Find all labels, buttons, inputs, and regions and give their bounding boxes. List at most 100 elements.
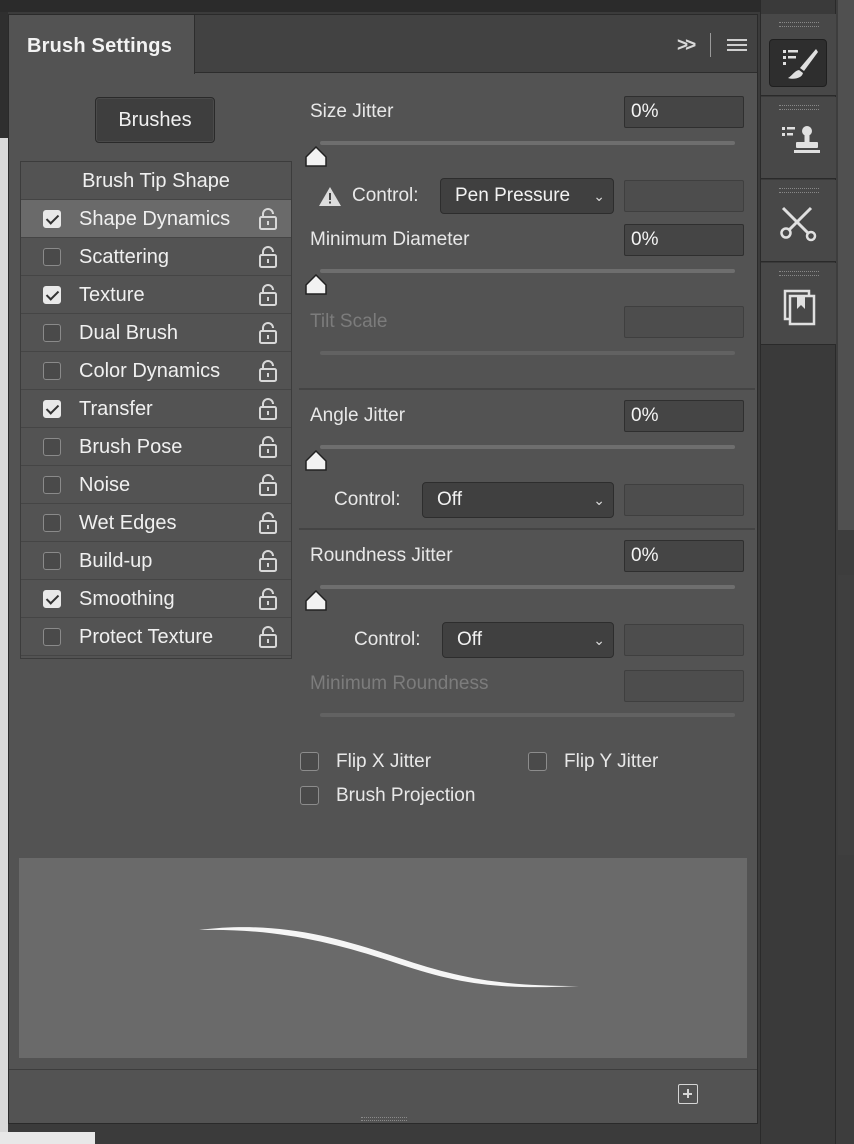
option-row[interactable]: Scattering [21,238,291,276]
option-checkbox[interactable] [43,590,61,608]
option-checkbox[interactable] [43,514,61,532]
option-checkbox[interactable] [43,248,61,266]
lock-icon[interactable] [258,512,278,534]
option-row[interactable]: Build-up [21,542,291,580]
option-checkbox[interactable] [43,552,61,570]
lock-icon[interactable] [258,474,278,496]
roundness-jitter-slider-thumb[interactable] [304,590,328,612]
dock-grip[interactable] [779,271,819,276]
option-row[interactable]: Color Dynamics [21,352,291,390]
option-checkbox[interactable] [43,210,61,228]
option-row[interactable]: Shape Dynamics [21,200,291,238]
option-row[interactable]: Wet Edges [21,504,291,542]
dock-group-2 [761,97,837,179]
brush-stroke-preview [19,858,747,1058]
option-row[interactable]: Noise [21,466,291,504]
option-checkbox[interactable] [43,476,61,494]
angle-jitter-input[interactable]: 0% [624,400,744,432]
option-label: Transfer [79,398,153,420]
control-2-label: Control: [334,489,401,510]
option-checkbox[interactable] [43,362,61,380]
panel-title: Brush Settings [27,35,173,57]
tab-brush-settings[interactable]: Brush Settings [9,15,195,74]
option-row[interactable]: Protect Texture [21,618,291,656]
control-1-value: Pen Pressure [455,185,571,206]
brush-projection-checkbox[interactable] [300,786,319,805]
section-divider [299,528,755,530]
lock-icon[interactable] [258,588,278,610]
dock-group-4 [761,263,837,345]
lock-icon[interactable] [258,436,278,458]
angle-jitter-slider-thumb[interactable] [304,450,328,472]
option-label: Protect Texture [79,626,214,648]
option-checkbox[interactable] [43,286,61,304]
brush-settings-icon [783,49,818,79]
lock-icon[interactable] [258,360,278,382]
warning-icon [319,187,341,206]
brushes-button[interactable]: Brushes [95,97,215,143]
brush-projection-label: Brush Projection [336,785,476,806]
option-label: Build-up [79,550,153,572]
size-jitter-input[interactable]: 0% [624,96,744,128]
option-label: Color Dynamics [79,360,221,382]
option-row[interactable]: Transfer [21,390,291,428]
hamburger-menu-icon[interactable] [727,39,747,53]
brush-tip-shape-item[interactable]: Brush Tip Shape [21,162,291,200]
panel-fragment [838,0,854,530]
angle-jitter-slider[interactable] [320,445,735,449]
min-roundness-label: Minimum Roundness [310,673,489,694]
lock-icon[interactable] [258,322,278,344]
option-checkbox[interactable] [43,324,61,342]
option-label: Brush Pose [79,436,183,458]
layer-comps-dock-button[interactable] [769,283,827,331]
tilt-scale-slider [320,351,735,355]
chevron-down-icon: ⌄ [593,188,605,204]
brush-settings-dock-button[interactable] [769,39,827,87]
clone-source-dock-button[interactable] [769,117,827,165]
chevron-down-icon: ⌄ [593,492,605,508]
option-checkbox[interactable] [43,628,61,646]
dock-group-3 [761,180,837,262]
min-roundness-input [624,670,744,702]
min-diameter-slider[interactable] [320,269,735,273]
dock-grip[interactable] [779,22,819,27]
lock-icon[interactable] [258,550,278,572]
option-label: Wet Edges [79,512,177,534]
tilt-scale-input [624,306,744,338]
roundness-jitter-slider[interactable] [320,585,735,589]
size-jitter-slider[interactable] [320,141,735,145]
option-checkbox[interactable] [43,400,61,418]
double-chevron-right-icon[interactable]: >> [677,35,696,57]
new-preset-icon[interactable] [678,1084,698,1104]
panel-tab-bar: Brush Settings >> [9,15,757,74]
lock-icon[interactable] [258,246,278,268]
control-3-value: Off [457,629,482,650]
dock-grip[interactable] [779,105,819,110]
flip-y-jitter-label: Flip Y Jitter [564,751,659,772]
lock-icon[interactable] [258,284,278,306]
lock-icon[interactable] [258,208,278,230]
chevron-down-icon: ⌄ [593,632,605,648]
min-diameter-slider-thumb[interactable] [304,274,328,296]
option-row[interactable]: Smoothing [21,580,291,618]
option-row[interactable]: Brush Pose [21,428,291,466]
control-1-dropdown[interactable]: Pen Pressure ⌄ [440,178,614,214]
flip-y-jitter-checkbox[interactable] [528,752,547,771]
dock-grip[interactable] [779,188,819,193]
lock-icon[interactable] [258,626,278,648]
roundness-jitter-input[interactable]: 0% [624,540,744,572]
option-checkbox[interactable] [43,438,61,456]
option-row[interactable]: Texture [21,276,291,314]
min-diameter-input[interactable]: 0% [624,224,744,256]
option-label: Shape Dynamics [79,208,231,230]
option-row[interactable]: Dual Brush [21,314,291,352]
min-diameter-label: Minimum Diameter [310,229,470,250]
lock-icon[interactable] [258,398,278,420]
option-label: Smoothing [79,588,175,610]
flip-x-jitter-checkbox[interactable] [300,752,319,771]
tools-dock-button[interactable] [769,200,827,248]
control-2-dropdown[interactable]: Off ⌄ [422,482,614,518]
control-3-dropdown[interactable]: Off ⌄ [442,622,614,658]
resize-grip[interactable] [361,1117,407,1121]
size-jitter-slider-thumb[interactable] [304,146,328,168]
